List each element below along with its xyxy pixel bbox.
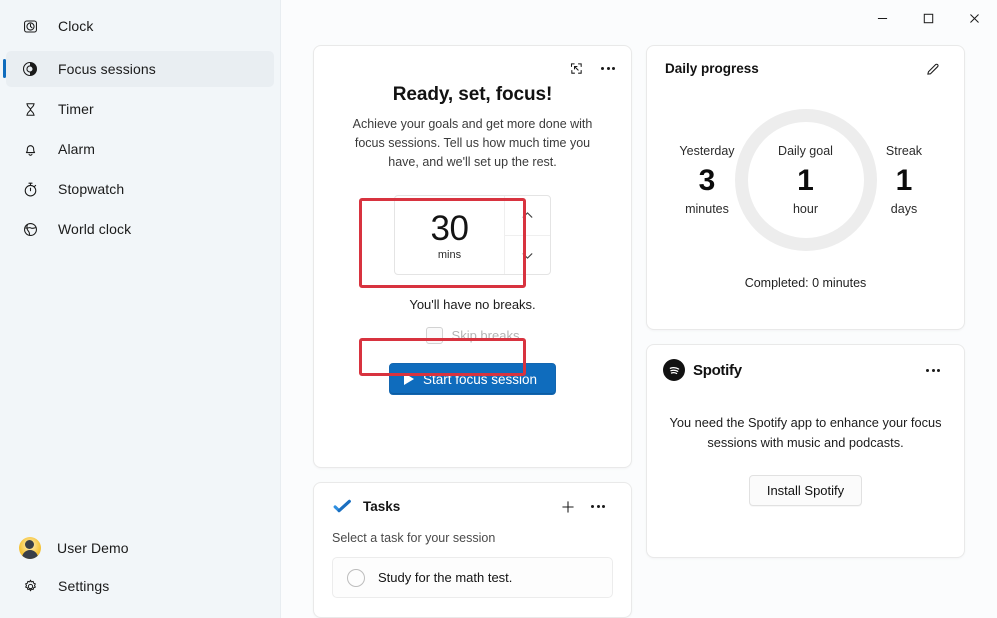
skip-breaks-label: Skip breaks [451,328,520,343]
sidebar-label-world-clock: World clock [58,221,132,237]
focus-card-description: Achieve your goals and get more done wit… [352,117,593,169]
spotify-name: Spotify [693,361,742,379]
daily-progress-card: Daily progress Yesterday 3 minutes Daily… [646,45,965,330]
stat-yesterday: Yesterday 3 minutes [669,144,745,216]
tasks-card: Tasks Select a task for your session Stu… [313,482,632,618]
sidebar-item-world-clock[interactable]: World clock [6,211,274,247]
focus-session-card: Ready, set, focus! Achieve your goals an… [313,45,632,468]
completed-text: Completed: 0 minutes [744,276,867,290]
daily-progress-body: Yesterday 3 minutes Daily goal 1 hour St… [663,87,948,272]
microsoft-todo-icon [332,496,353,517]
stat-daily-goal: Daily goal 1 hour [758,144,854,216]
spotify-icon [663,359,685,381]
tasks-card-header: Tasks [332,483,613,527]
daily-goal-unit: hour [792,201,819,216]
sidebar-item-alarm[interactable]: Alarm [6,131,274,167]
sidebar-item-timer[interactable]: Timer [6,91,274,127]
streak-value: 1 [895,163,913,197]
app-title-row[interactable]: Clock [6,7,274,45]
start-button-wrap: Start focus session [336,363,609,395]
daily-goal-value: 1 [797,163,814,197]
list-item[interactable]: Study for the math test. [332,557,613,598]
more-options-icon[interactable] [593,54,623,82]
globe-icon [20,219,40,239]
sidebar-item-stopwatch[interactable]: Stopwatch [6,171,274,207]
app-title-label: Clock [58,18,94,34]
focus-card-tools [561,54,623,82]
sidebar-item-user-account[interactable]: User Demo [6,530,274,566]
daily-goal-label: Daily goal [778,143,833,158]
yesterday-label: Yesterday [679,143,735,158]
install-spotify-wrap: Install Spotify [663,475,948,506]
sidebar-label-alarm: Alarm [58,141,96,157]
tasks-card-title: Tasks [363,499,401,514]
pencil-icon[interactable] [918,55,948,83]
close-button[interactable] [951,0,997,36]
plus-icon[interactable] [553,493,583,521]
chevron-down-icon[interactable] [505,235,550,274]
sidebar-label-stopwatch: Stopwatch [58,181,125,197]
start-focus-session-button[interactable]: Start focus session [388,363,557,395]
task-label: Study for the math test. [378,570,513,585]
daily-progress-title: Daily progress [665,61,759,76]
yesterday-unit: minutes [685,201,729,216]
streak-unit: days [890,201,918,216]
breaks-status-text: You'll have no breaks. [409,297,536,312]
bell-icon [20,139,40,159]
skip-breaks-checkbox[interactable] [425,327,443,344]
daily-progress-header: Daily progress [663,46,948,87]
sidebar-label-timer: Timer [58,101,94,117]
spotify-message: You need the Spotify app to enhance your… [669,415,942,450]
spinner-buttons [504,196,550,274]
chevron-up-icon[interactable] [505,196,550,235]
clock-app-window: Clock Focus sessions Timer Alarm Stopwat… [0,0,997,618]
sidebar-item-settings[interactable]: Settings [6,568,274,604]
clock-icon [20,16,40,36]
install-spotify-button[interactable]: Install Spotify [748,475,863,506]
streak-label: Streak [885,143,923,158]
navigation-sidebar: Clock Focus sessions Timer Alarm Stopwat… [0,0,281,618]
left-column: Ready, set, focus! Achieve your goals an… [313,45,632,618]
sidebar-item-focus-sessions[interactable]: Focus sessions [3,51,274,87]
cards-container: Ready, set, focus! Achieve your goals an… [313,45,965,618]
sidebar-bottom-group: User Demo Settings [0,528,280,618]
stat-streak: Streak 1 days [866,144,942,216]
stopwatch-icon [20,179,40,199]
window-controls [859,0,997,36]
spotify-card-header: Spotify [663,345,948,391]
yesterday-value: 3 [698,163,716,197]
duration-value-group: 30 mins [395,196,504,274]
mini-view-icon[interactable] [561,54,591,82]
hourglass-icon [20,99,40,119]
user-name-label: User Demo [57,540,129,556]
focus-sessions-icon [20,59,40,79]
spotify-card: Spotify You need the Spotify app to enha… [646,344,965,558]
settings-label: Settings [58,578,110,594]
start-focus-session-label: Start focus session [422,371,538,387]
spotify-more-options-icon[interactable] [918,356,948,384]
maximize-button[interactable] [905,0,951,36]
play-icon [403,373,414,385]
right-column: Daily progress Yesterday 3 minutes Daily… [646,45,965,618]
duration-unit: mins [437,249,462,261]
minimize-button[interactable] [859,0,905,36]
gear-icon [20,576,40,596]
tasks-subtitle: Select a task for your session [332,531,496,545]
duration-spinner-wrap: 30 mins [336,195,609,275]
task-complete-circle-icon[interactable] [347,568,365,587]
duration-value: 30 [430,209,469,248]
duration-spinner[interactable]: 30 mins [394,195,551,275]
tasks-more-options-icon[interactable] [583,493,613,521]
avatar [18,537,41,559]
sidebar-label-focus-sessions: Focus sessions [58,61,156,77]
skip-breaks-row[interactable]: Skip breaks [336,327,609,344]
main-content-area: Ready, set, focus! Achieve your goals an… [281,0,997,618]
